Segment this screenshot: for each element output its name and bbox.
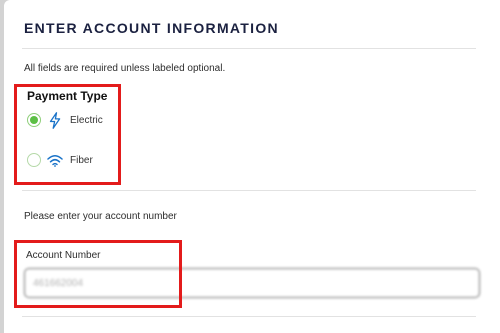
payment-option-electric[interactable]: Electric bbox=[27, 111, 103, 129]
required-fields-note: All fields are required unless labeled o… bbox=[24, 63, 226, 74]
bottom-divider bbox=[22, 316, 476, 317]
payment-option-fiber-label: Fiber bbox=[70, 154, 93, 166]
account-number-label: Account Number bbox=[26, 250, 101, 261]
payment-type-label: Payment Type bbox=[27, 89, 108, 103]
account-number-prompt: Please enter your account number bbox=[24, 211, 177, 222]
lightning-bolt-icon bbox=[47, 111, 63, 129]
title-divider bbox=[22, 48, 476, 49]
form-title: ENTER ACCOUNT INFORMATION bbox=[24, 20, 279, 36]
radio-fiber[interactable] bbox=[27, 153, 41, 167]
payment-option-fiber[interactable]: Fiber bbox=[27, 151, 93, 169]
radio-electric[interactable] bbox=[27, 113, 41, 127]
account-info-card: ENTER ACCOUNT INFORMATION All fields are… bbox=[4, 0, 500, 333]
account-number-input[interactable] bbox=[24, 268, 480, 298]
payment-option-electric-label: Electric bbox=[70, 114, 103, 126]
wifi-icon bbox=[47, 151, 63, 169]
section-divider bbox=[22, 190, 476, 191]
